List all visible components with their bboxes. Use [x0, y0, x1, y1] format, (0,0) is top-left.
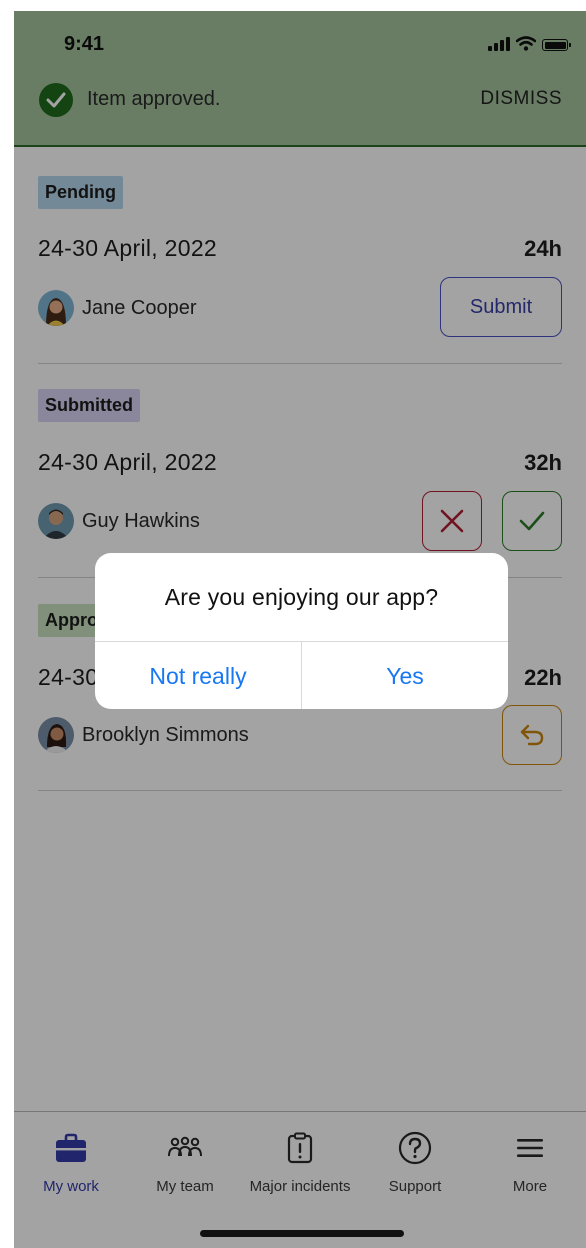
home-indicator — [200, 1230, 404, 1237]
rating-dialog: Are you enjoying our app? Not really Yes — [95, 553, 508, 709]
dialog-title: Are you enjoying our app? — [164, 583, 439, 610]
not-really-button[interactable]: Not really — [95, 642, 301, 709]
phone-screen: 9:41 Item approved. DISMISS Pending 24-3… — [14, 11, 586, 1248]
yes-button[interactable]: Yes — [301, 642, 508, 709]
dialog-actions: Not really Yes — [95, 641, 508, 709]
